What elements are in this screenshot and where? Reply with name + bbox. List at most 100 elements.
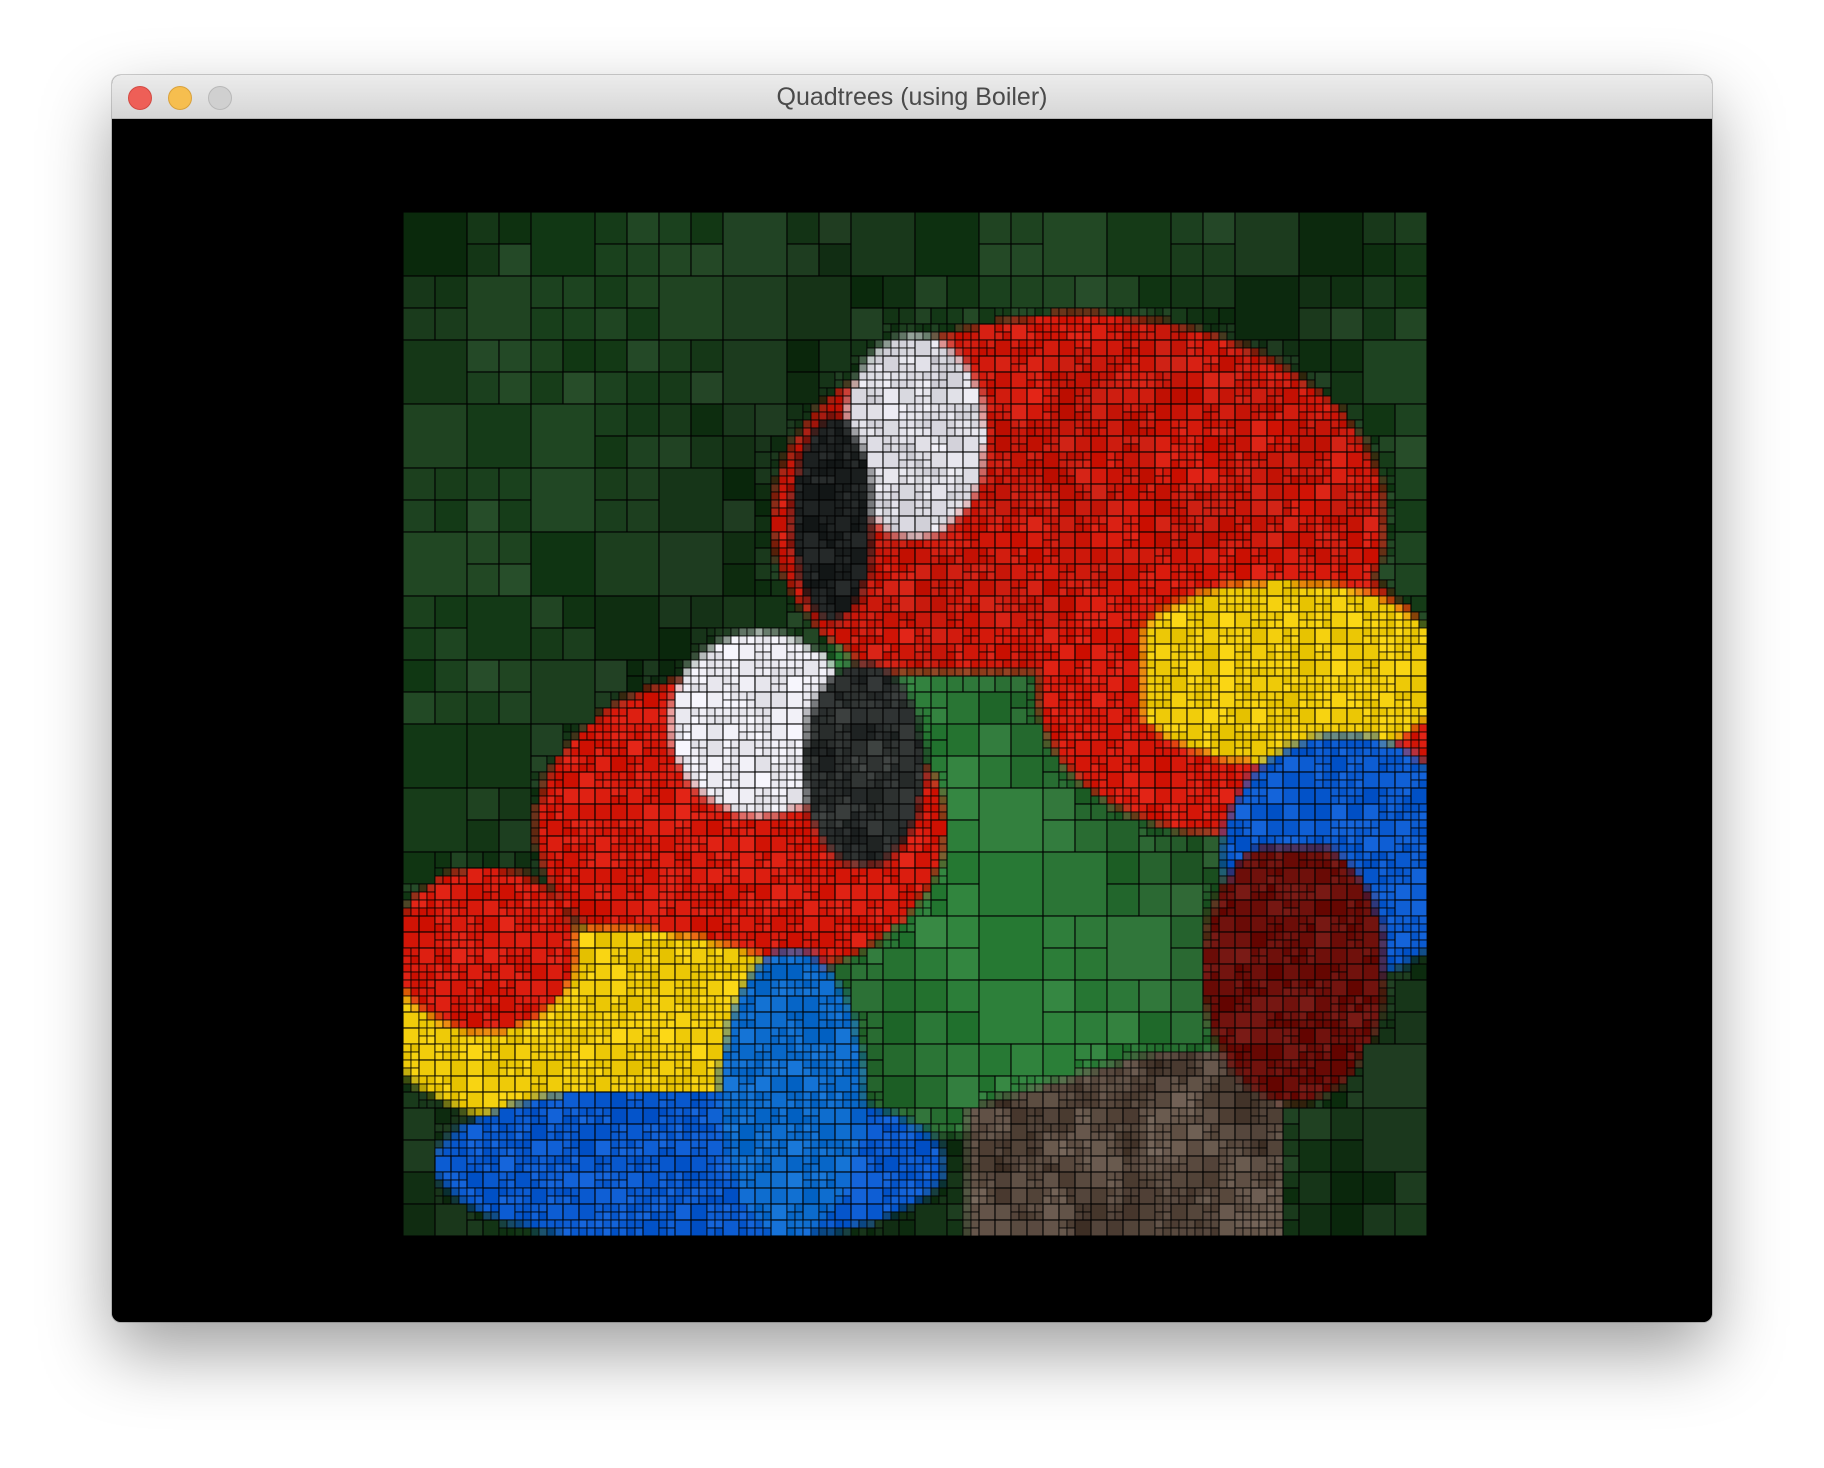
quadtree-cell (1330, 539, 1340, 549)
quadtree-cell (746, 883, 756, 893)
quadtree-cell (698, 1019, 708, 1029)
quadtree-cell (866, 371, 876, 381)
quadtree-cell (1330, 339, 1364, 373)
quadtree-cell (546, 1155, 556, 1165)
quadtree-cell (1258, 555, 1268, 565)
quadtree-cell (1074, 275, 1108, 309)
quadtree-cell (946, 579, 956, 589)
quadtree-cell (1170, 491, 1180, 501)
quadtree-cell (570, 747, 580, 757)
quadtree-cell (1266, 355, 1276, 365)
quadtree-cell (1234, 603, 1244, 613)
quadtree-cell (1058, 499, 1076, 517)
quadtree-cell (802, 779, 812, 789)
quadtree-cell (770, 835, 788, 853)
quadtree-cell (714, 1011, 724, 1021)
quadtree-cell (618, 923, 628, 933)
quadtree-cell (858, 507, 868, 517)
quadtree-cell (826, 635, 836, 645)
quadtree-cell (1386, 635, 1396, 645)
quadtree-cell (690, 787, 700, 797)
quadtree-cell (762, 899, 772, 909)
quadtree-cell (906, 915, 916, 925)
quadtree-cell (722, 899, 732, 909)
quadtree-cell (914, 331, 924, 341)
quadtree-cell (698, 667, 708, 677)
title-bar[interactable]: Quadtrees (using Boiler) (112, 75, 1712, 119)
quadtree-cell (490, 1131, 500, 1141)
quadtree-cell (498, 1195, 508, 1205)
quadtree-cell (1026, 403, 1044, 421)
quadtree-cell (698, 803, 708, 813)
quadtree-cell (1098, 675, 1108, 685)
quadtree-cell (818, 907, 828, 917)
quadtree-cell (1266, 659, 1276, 669)
quadtree-cell (978, 651, 988, 661)
quadtree-cell (722, 707, 732, 717)
quadtree-cell (418, 907, 428, 917)
quadtree-cell (554, 1195, 564, 1205)
quadtree-cell (858, 699, 868, 709)
quadtree-cell (866, 531, 876, 541)
quadtree-cell (1410, 627, 1420, 637)
quadtree-cell (754, 771, 772, 789)
quadtree-cell (994, 467, 1004, 477)
quadtree-cell (1218, 371, 1236, 389)
quadtree-cell (810, 947, 820, 957)
quadtree-cell (770, 707, 788, 725)
quadtree-cell (1066, 371, 1076, 381)
quadtree-cell (642, 859, 652, 869)
quadtree-cell (562, 1083, 572, 1093)
quadtree-cell (642, 1043, 652, 1053)
quadtree-cell (610, 1003, 620, 1013)
quadtree-cell (658, 1059, 676, 1077)
quadtree-cell (618, 947, 628, 957)
quadtree-cell (1378, 491, 1388, 501)
quadtree-cell (962, 323, 972, 333)
quadtree-cell (610, 755, 628, 773)
quadtree-cell (1266, 419, 1284, 437)
quadtree-cell (1266, 443, 1276, 453)
quadtree-cell (986, 571, 996, 581)
quadtree-cell (626, 1107, 644, 1125)
quadtree-cell (922, 507, 932, 517)
quadtree-cell (922, 395, 932, 405)
quadtree-cell (546, 1131, 556, 1141)
quadtree-cell (850, 387, 868, 405)
quadtree-cell (898, 771, 916, 789)
quadtree-cell (434, 875, 444, 885)
quadtree-cell (794, 1051, 804, 1061)
quadtree-cell (914, 339, 932, 357)
quadtree-cell (498, 1227, 508, 1236)
quadtree-cell (1298, 475, 1308, 485)
quadtree-cell (1034, 635, 1044, 645)
quadtree-cell (706, 947, 716, 957)
quadtree-cell (810, 819, 820, 829)
quadtree-cell (738, 659, 756, 677)
quadtree-cell (1330, 627, 1348, 645)
quadtree-cell (474, 1211, 484, 1221)
quadtree-cell (1058, 371, 1068, 381)
quadtree-cell (946, 427, 956, 437)
quadtree-cell (1266, 651, 1276, 661)
quadtree-cell (906, 451, 916, 461)
quadtree-cell (578, 923, 588, 933)
quadtree-cell (1066, 611, 1076, 621)
quadtree-cell (546, 803, 556, 813)
quadtree-cell (586, 835, 596, 845)
quadtree-cell (1266, 403, 1276, 413)
quadtree-cell (802, 819, 812, 829)
quadtree-cell (482, 995, 492, 1005)
quadtree-cell (546, 755, 556, 765)
quadtree-cell (714, 907, 724, 917)
quadtree-cell (1034, 331, 1044, 341)
quadtree-cell (1218, 331, 1228, 341)
quadtree-cell (1346, 707, 1364, 725)
quadtree-cell (1250, 363, 1260, 373)
quadtree-cell (786, 1051, 796, 1061)
quadtree-cell (938, 555, 948, 565)
quadtree-cell (1138, 419, 1148, 429)
quadtree-cell (626, 1011, 636, 1021)
quadtree-cell (562, 747, 572, 757)
quadtree-cell (1354, 467, 1364, 477)
